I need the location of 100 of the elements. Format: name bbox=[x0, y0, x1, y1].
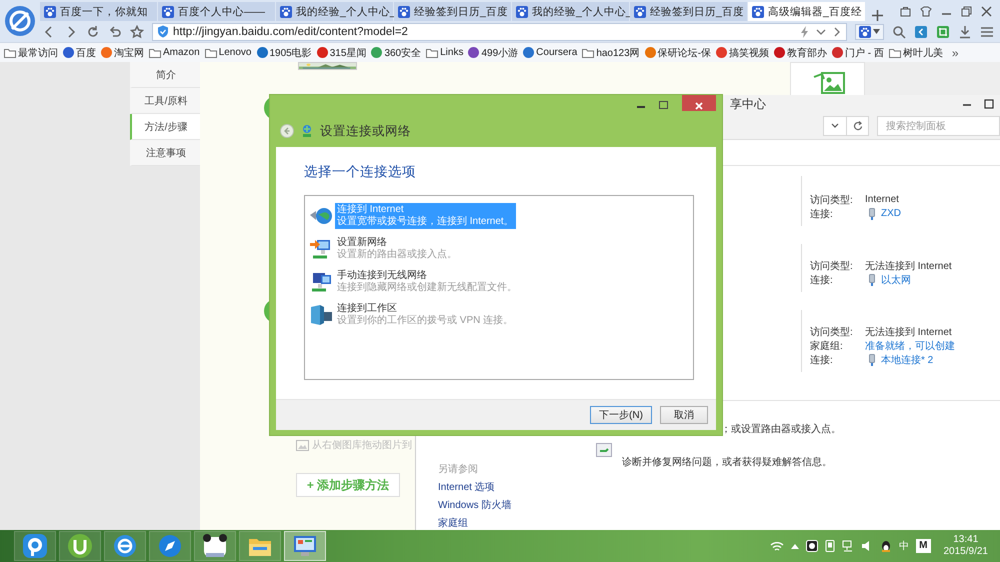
undo-icon[interactable] bbox=[108, 24, 122, 38]
field-label: 访问类型: bbox=[810, 194, 854, 207]
star-icon[interactable] bbox=[130, 24, 144, 38]
close-button[interactable] bbox=[682, 95, 716, 111]
bookmark[interactable]: Links bbox=[426, 47, 464, 58]
shirt-icon[interactable] bbox=[920, 6, 932, 17]
sidebar-item[interactable]: 简介 bbox=[130, 62, 200, 88]
new-tab-icon[interactable] bbox=[872, 10, 883, 21]
browser-tab[interactable]: 百度个人中心—— bbox=[158, 2, 275, 21]
bookmark[interactable]: 360安全 bbox=[371, 46, 422, 60]
server-icon bbox=[309, 303, 333, 327]
folder-icon bbox=[426, 48, 438, 58]
site-icon bbox=[468, 47, 480, 58]
field-label: 访问类型: bbox=[810, 326, 854, 339]
bookmark[interactable]: Coursera bbox=[523, 47, 578, 58]
wifi-icon[interactable] bbox=[770, 540, 784, 552]
bookmark[interactable]: 1905电影 bbox=[256, 46, 312, 60]
bookmark[interactable]: 百度 bbox=[63, 46, 96, 60]
connection-option[interactable]: 手动连接到无线网络 连接到隐藏网络或创建新无线配置文件。 bbox=[309, 269, 689, 295]
search-engine-button[interactable] bbox=[855, 24, 884, 40]
refresh-button[interactable] bbox=[847, 116, 869, 136]
taskbar-app[interactable] bbox=[194, 531, 236, 561]
url-field[interactable]: http://jingyan.baidu.com/edit/content?model=2 bbox=[152, 22, 847, 40]
sidebar-item[interactable]: 工具/原料 bbox=[130, 88, 200, 114]
bird-icon[interactable] bbox=[880, 540, 892, 552]
connection-option[interactable]: 设置新网络 设置新的路由器或接入点。 bbox=[309, 236, 689, 262]
see-also-link[interactable]: Windows 防火墙 bbox=[438, 498, 596, 512]
paw-icon bbox=[752, 6, 764, 18]
phone-icon[interactable] bbox=[825, 540, 836, 552]
bookmark[interactable]: 淘宝网 bbox=[101, 46, 144, 60]
description-text: 诊断并修复网络问题，或者获得疑难解答信息。 bbox=[622, 456, 832, 469]
bookmark[interactable]: 搞笑视频 bbox=[716, 46, 770, 60]
browser-tab[interactable]: 经验签到日历_百度 bbox=[630, 2, 747, 21]
cancel-button[interactable]: 取消 bbox=[660, 406, 708, 424]
crop-icon[interactable] bbox=[936, 24, 950, 38]
bookmark[interactable]: Amazon bbox=[149, 47, 200, 58]
next-button[interactable]: 下一步(N) bbox=[590, 406, 652, 424]
image-card[interactable] bbox=[790, 62, 865, 95]
site-icon bbox=[832, 47, 844, 58]
network-setup-icon bbox=[300, 124, 314, 138]
network-icon[interactable] bbox=[842, 540, 854, 552]
site-icon bbox=[523, 47, 534, 58]
adapter-icon bbox=[868, 208, 874, 220]
bookmark[interactable]: 315星闻 bbox=[316, 46, 366, 60]
access-type-value: 无法连接到 Internet bbox=[865, 260, 952, 273]
caret-up-icon[interactable] bbox=[791, 544, 800, 548]
field-label: 连接: bbox=[810, 208, 834, 221]
site-icon bbox=[371, 47, 382, 58]
close-icon[interactable] bbox=[981, 6, 992, 17]
chevron-right-icon[interactable] bbox=[832, 26, 842, 36]
dialog-title: 设置连接或网络 bbox=[320, 122, 411, 140]
bookmark[interactable]: 保研论坛-保 bbox=[644, 46, 712, 60]
connection-link[interactable]: ZXD bbox=[881, 208, 901, 220]
camera-icon[interactable] bbox=[806, 540, 818, 552]
menu-icon[interactable] bbox=[980, 24, 994, 38]
bookmark[interactable]: hao123网 bbox=[582, 46, 640, 60]
shield-icon bbox=[157, 25, 169, 38]
site-icon bbox=[716, 47, 728, 58]
browser-logo-icon bbox=[4, 5, 36, 37]
bookmark[interactable]: 树叶儿美 bbox=[888, 46, 943, 60]
bookmark[interactable]: Lenovo bbox=[204, 47, 252, 58]
site-icon bbox=[101, 47, 112, 58]
browser-tab[interactable]: 高级编辑器_百度经 bbox=[748, 2, 865, 21]
browser-tab[interactable]: 百度一下，你就知 bbox=[40, 2, 157, 21]
chevron-down-icon[interactable] bbox=[816, 26, 826, 36]
compass-icon bbox=[157, 533, 183, 559]
bookmark[interactable]: 499小游 bbox=[468, 46, 518, 60]
search-icon[interactable] bbox=[892, 24, 906, 38]
browser-tab[interactable]: 经验签到日历_百度 bbox=[394, 2, 511, 21]
maximize-icon[interactable] bbox=[659, 101, 668, 109]
bag-icon[interactable] bbox=[900, 6, 911, 17]
access-type-value: 无法连接到 Internet bbox=[865, 326, 952, 339]
bookmark[interactable]: 最常访问 bbox=[4, 46, 58, 60]
folder-icon bbox=[204, 48, 217, 58]
maximize-icon[interactable] bbox=[984, 99, 994, 110]
folder-icon bbox=[888, 48, 901, 58]
homegroup-link[interactable]: 准备就绪，可以创建 bbox=[865, 338, 955, 353]
connection-link[interactable]: 本地连接* 2 bbox=[881, 352, 934, 367]
field-label: 连接: bbox=[810, 274, 834, 287]
download-icon[interactable] bbox=[958, 24, 972, 38]
connection-option[interactable]: 连接到工作区 设置到你的工作区的拨号或 VPN 连接。 bbox=[309, 302, 689, 328]
sidebar-item[interactable]: 注意事项 bbox=[130, 140, 200, 166]
see-also-link[interactable]: 家庭组 bbox=[438, 516, 596, 530]
sidebar-item[interactable]: 方法/步骤 bbox=[130, 114, 200, 140]
paw-icon bbox=[280, 6, 292, 18]
folder-icon bbox=[149, 48, 161, 58]
browser-icon bbox=[112, 533, 138, 559]
network-icon bbox=[309, 237, 333, 261]
bookmark[interactable]: 门户 - 西 bbox=[832, 46, 884, 60]
control-panel-icon bbox=[292, 533, 318, 559]
bookmark[interactable]: 教育部办 bbox=[774, 46, 828, 60]
see-also-link[interactable]: Internet 选项 bbox=[438, 480, 596, 494]
folder-icon bbox=[4, 48, 16, 58]
reload-icon[interactable] bbox=[86, 24, 100, 38]
dialog-heading: 选择一个连接选项 bbox=[304, 163, 417, 181]
ime-mode-button[interactable]: M bbox=[916, 539, 930, 553]
more-bookmarks-button[interactable]: » bbox=[952, 46, 959, 60]
connection-link[interactable]: 以太网 bbox=[881, 272, 911, 287]
sidebar-icon[interactable] bbox=[914, 24, 928, 38]
restore-icon[interactable] bbox=[961, 6, 972, 17]
